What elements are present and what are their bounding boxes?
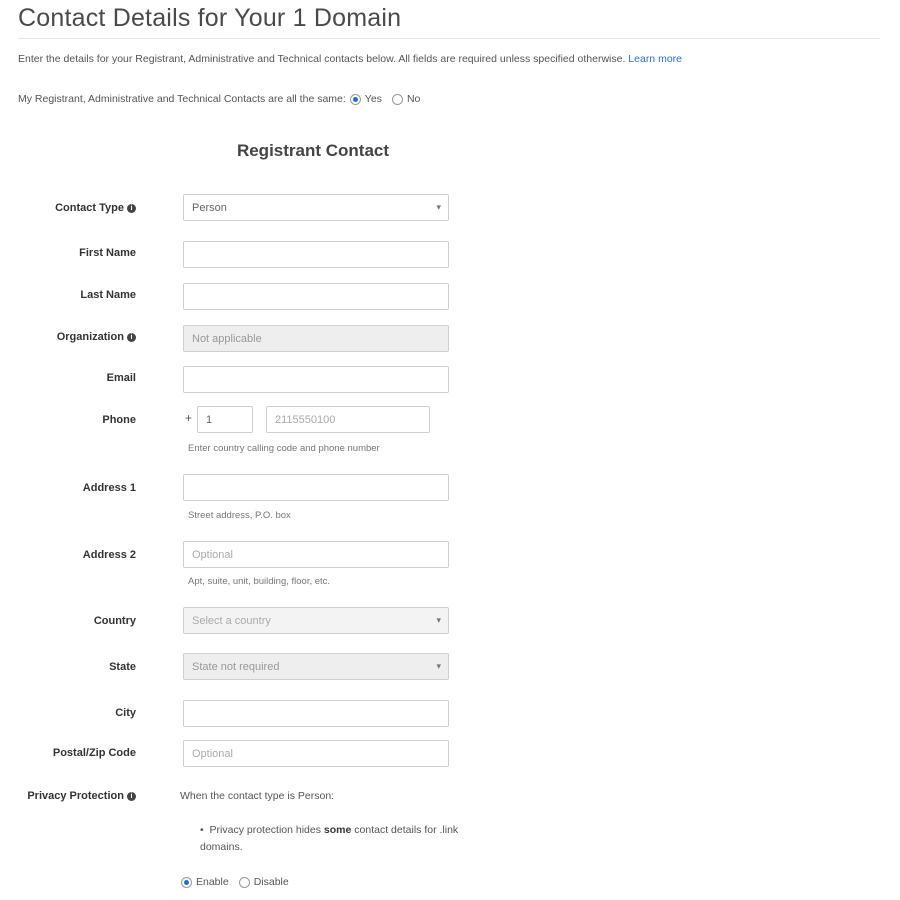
city-input[interactable] bbox=[183, 700, 449, 727]
country-label: Country bbox=[93, 615, 136, 627]
privacy-text: When the contact type is Person: bbox=[180, 790, 335, 802]
address1-input[interactable] bbox=[183, 474, 449, 501]
title-divider bbox=[18, 38, 880, 39]
privacy-toggle: Enable Disable bbox=[181, 876, 289, 888]
same-contacts-label: My Registrant, Administrative and Techni… bbox=[18, 93, 346, 105]
last-name-label: Last Name bbox=[80, 289, 136, 301]
disable-radio[interactable] bbox=[238, 876, 250, 888]
organization-input: Not applicable bbox=[183, 325, 449, 352]
page-title: Contact Details for Your 1 Domain bbox=[18, 4, 402, 32]
state-label: State bbox=[109, 661, 136, 673]
state-select: State not required bbox=[183, 653, 449, 680]
email-label: Email bbox=[106, 372, 136, 384]
privacy-label-text: Privacy Protection bbox=[27, 790, 124, 802]
same-no-radio[interactable] bbox=[391, 93, 403, 105]
contact-type-label-text: Contact Type bbox=[55, 202, 124, 214]
contact-type-value: Person bbox=[192, 201, 227, 214]
phone-label: Phone bbox=[102, 414, 136, 426]
phone-plus: + bbox=[185, 411, 193, 425]
address2-input[interactable]: Optional bbox=[183, 541, 449, 568]
info-circle-icon[interactable]: i bbox=[127, 792, 136, 801]
postal-placeholder: Optional bbox=[192, 747, 233, 760]
email-input[interactable] bbox=[183, 366, 449, 393]
bullet-dot: • bbox=[200, 824, 210, 836]
same-yes-radio[interactable] bbox=[349, 93, 361, 105]
city-label: City bbox=[115, 707, 136, 719]
contact-type-select[interactable]: Person bbox=[183, 194, 449, 221]
same-contacts-row: My Registrant, Administrative and Techni… bbox=[18, 93, 420, 105]
info-circle-icon[interactable]: i bbox=[127, 333, 136, 342]
address2-placeholder: Optional bbox=[192, 548, 233, 561]
info-circle-icon[interactable]: i bbox=[127, 204, 136, 213]
privacy-bullet-pre: Privacy protection hides bbox=[209, 824, 321, 836]
last-name-input[interactable] bbox=[183, 283, 449, 310]
country-select[interactable]: Select a country bbox=[183, 607, 449, 634]
phone-help: Enter country calling code and phone num… bbox=[188, 443, 380, 454]
privacy-label: Privacy Protection i bbox=[0, 790, 136, 802]
first-name-input[interactable] bbox=[183, 241, 449, 268]
first-name-label: First Name bbox=[79, 247, 136, 259]
registrant-contact-heading: Registrant Contact bbox=[236, 141, 390, 160]
privacy-bullet-bold: some bbox=[323, 824, 352, 836]
address2-help: Apt, suite, unit, building, floor, etc. bbox=[188, 576, 331, 587]
state-placeholder: State not required bbox=[192, 660, 280, 673]
phone-code-input[interactable]: 1 bbox=[197, 406, 253, 433]
address2-label: Address 2 bbox=[82, 549, 136, 561]
phone-number-placeholder: 2115550100 bbox=[275, 413, 336, 426]
phone-code-value: 1 bbox=[206, 413, 213, 426]
enable-label[interactable]: Enable bbox=[196, 876, 229, 888]
postal-label: Postal/Zip Code bbox=[52, 747, 136, 759]
postal-input[interactable]: Optional bbox=[183, 740, 449, 767]
address1-label: Address 1 bbox=[82, 482, 136, 494]
learn-more-link[interactable]: Learn more bbox=[628, 53, 682, 65]
organization-label: Organization i bbox=[0, 331, 136, 343]
address1-help: Street address, P.O. box bbox=[188, 510, 291, 521]
organization-placeholder: Not applicable bbox=[192, 332, 262, 345]
intro-body: Enter the details for your Registrant, A… bbox=[18, 53, 626, 65]
country-placeholder: Select a country bbox=[192, 614, 271, 627]
organization-label-text: Organization bbox=[56, 331, 124, 343]
intro-text: Enter the details for your Registrant, A… bbox=[18, 53, 682, 65]
privacy-bullet: • Privacy protection hides some contact … bbox=[200, 822, 460, 856]
same-no-label[interactable]: No bbox=[407, 93, 420, 105]
enable-radio[interactable] bbox=[181, 876, 192, 888]
phone-number-input[interactable]: 2115550100 bbox=[266, 406, 430, 433]
contact-type-label: Contact Type i bbox=[0, 202, 136, 214]
same-yes-label[interactable]: Yes bbox=[365, 93, 382, 105]
disable-label[interactable]: Disable bbox=[254, 876, 289, 888]
